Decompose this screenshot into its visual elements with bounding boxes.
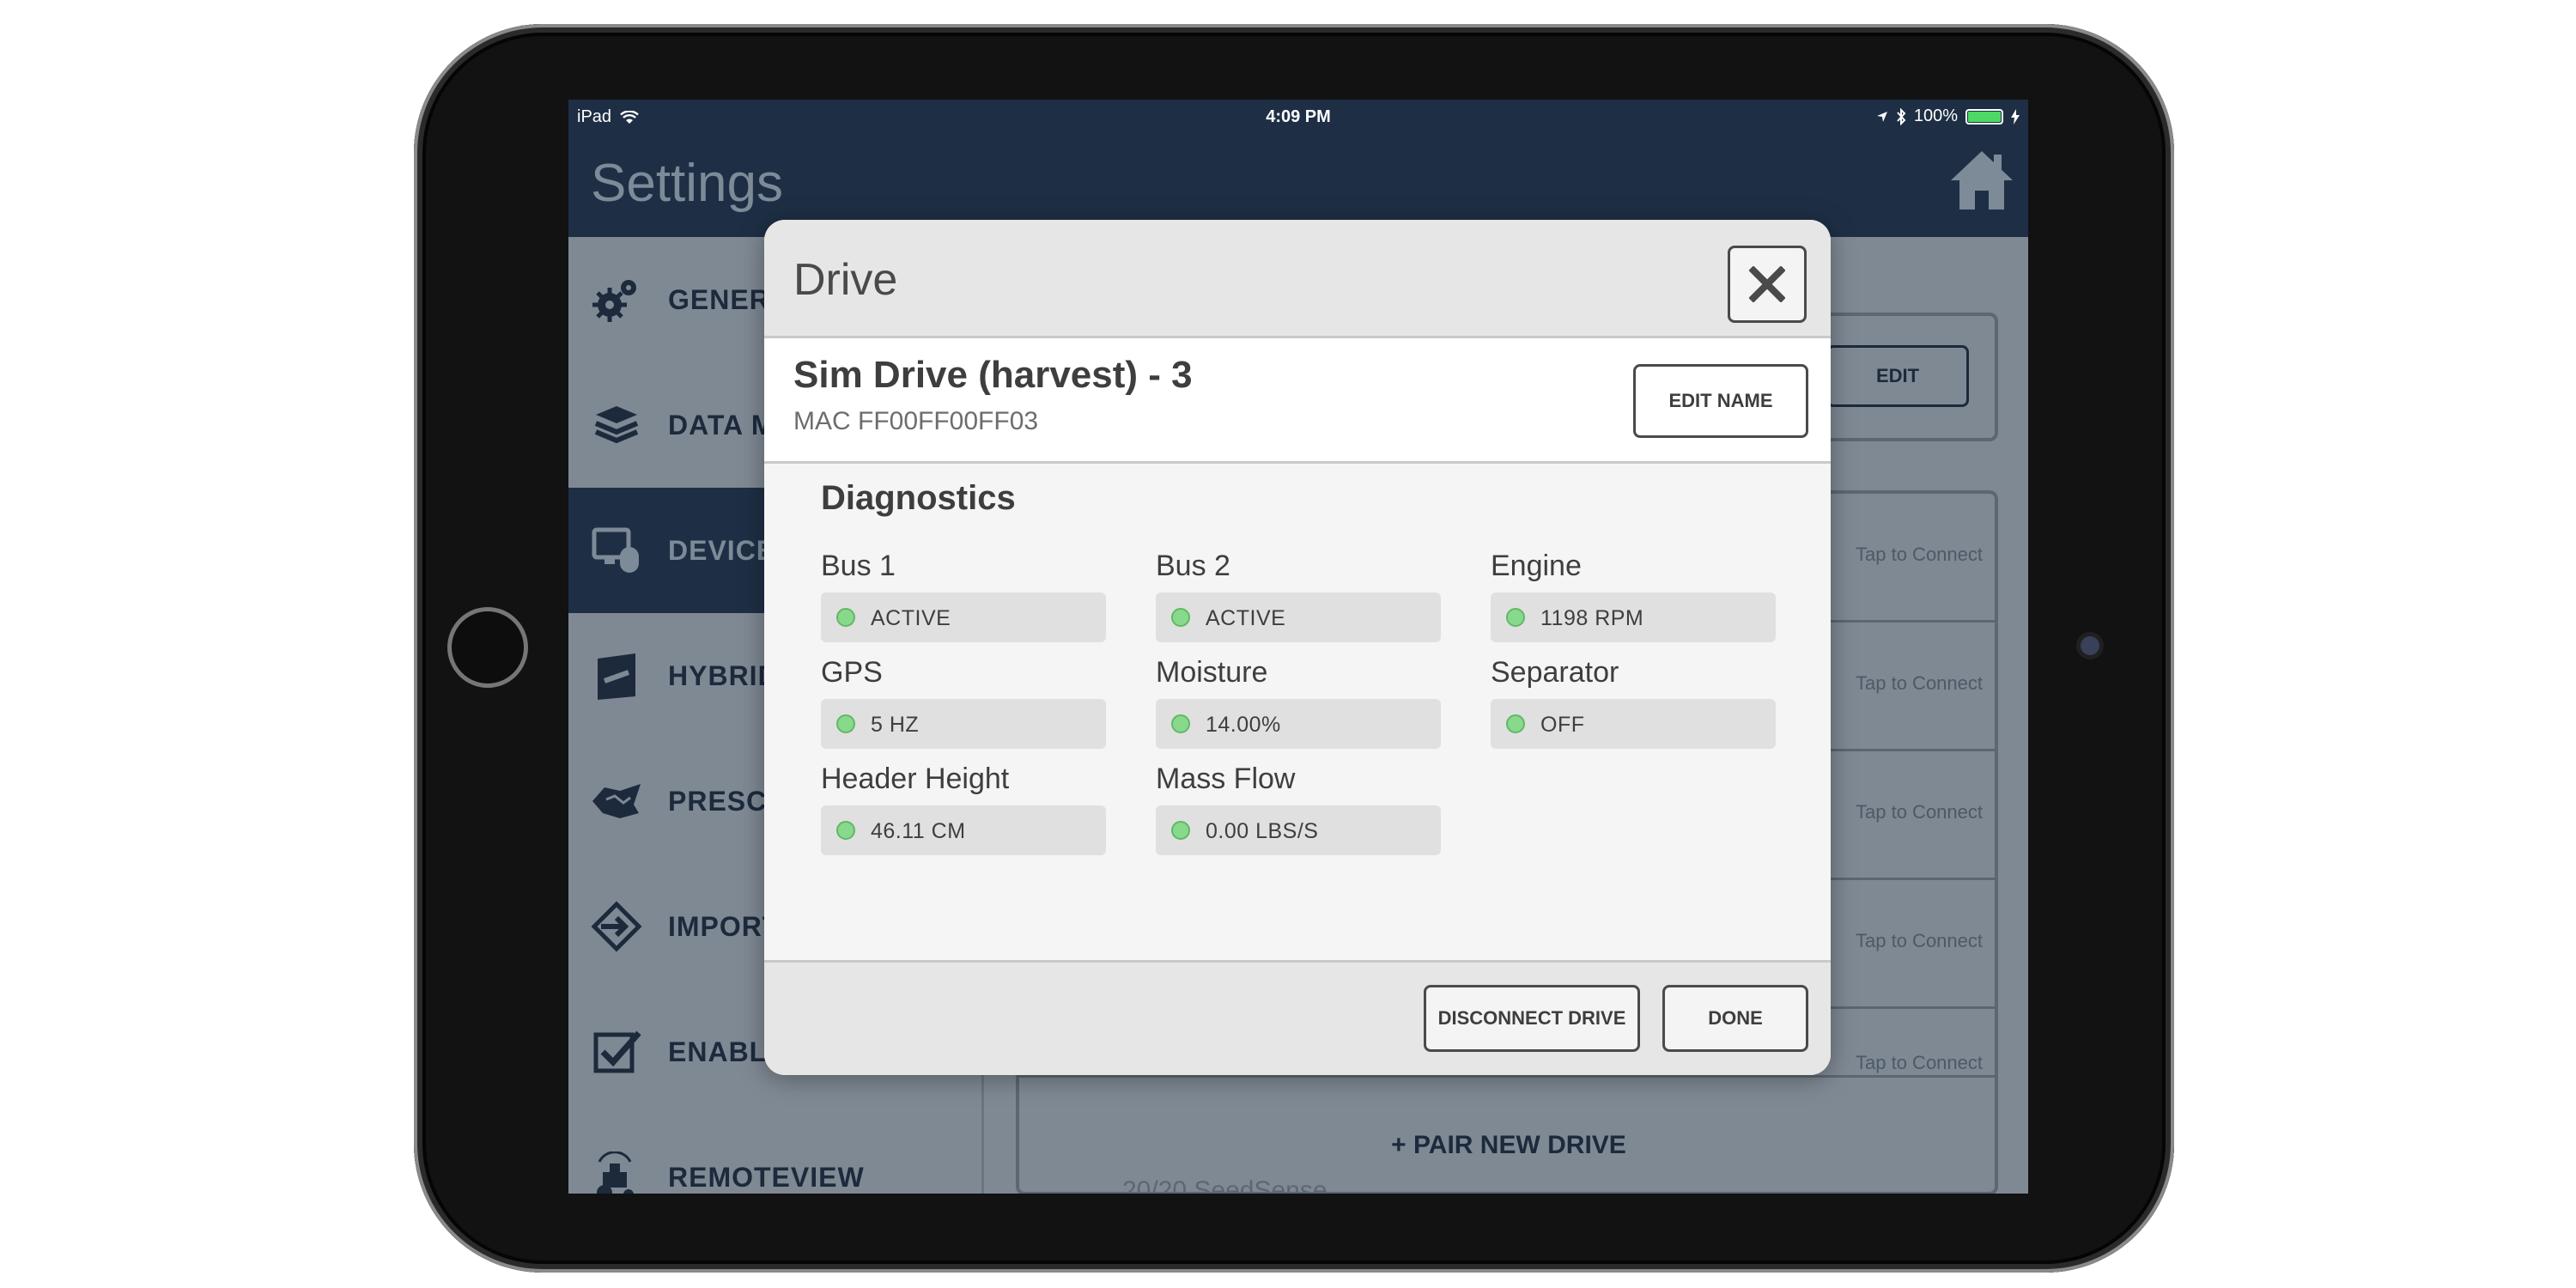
connect-status: Tap to Connect	[1856, 930, 1983, 951]
sidebar-item-remoteview[interactable]: REMOTEVIEW	[568, 1115, 984, 1194]
drive-modal: Drive Sim Drive (harvest) - 3 MAC FF00FF…	[764, 220, 1831, 1075]
pair-new-drive-button[interactable]: + PAIR NEW DRIVE	[1019, 1131, 1995, 1160]
checkbox-icon	[593, 1030, 641, 1073]
status-bar: iPad 4:09 PM 100%	[568, 100, 2028, 134]
metric-value-box: OFF	[1491, 699, 1776, 749]
edit-button[interactable]: EDIT	[1826, 345, 1969, 407]
metric-value-box: 1198 RPM	[1491, 592, 1776, 642]
metric-header-height: Header Height 46.11 CM	[821, 762, 1106, 855]
devices-icon	[592, 527, 639, 573]
device-mac: MAC FF00FF00FF03	[793, 407, 1039, 435]
metric-label: Bus 2	[1156, 550, 1230, 582]
page-title: Settings	[591, 154, 784, 213]
map-icon	[592, 784, 641, 818]
status-dot-icon	[836, 608, 855, 627]
battery-percent: 100%	[1913, 106, 1958, 125]
charging-icon	[2011, 108, 2020, 125]
metric-mass-flow: Mass Flow 0.00 LBS/S	[1156, 762, 1441, 855]
metric-label: Separator	[1491, 656, 1619, 689]
metric-value-box: 0.00 LBS/S	[1156, 805, 1441, 855]
import-arrow-icon	[591, 901, 642, 952]
metric-value: ACTIVE	[871, 606, 951, 630]
status-dot-icon	[836, 714, 855, 733]
seed-bag-icon	[598, 653, 635, 700]
connect-status: Tap to Connect	[1856, 672, 1983, 694]
metric-value: 1198 RPM	[1540, 606, 1644, 630]
metric-label: GPS	[821, 656, 883, 689]
sidebar-item-label: DATA M	[668, 409, 775, 440]
metric-label: Engine	[1491, 550, 1582, 582]
metric-moisture: Moisture 14.00%	[1156, 656, 1441, 749]
connect-status: Tap to Connect	[1856, 801, 1983, 823]
tractor-icon	[597, 1151, 634, 1194]
home-button[interactable]	[447, 607, 528, 688]
battery-icon	[1965, 108, 2003, 125]
layers-icon	[594, 406, 639, 444]
metric-value-box: ACTIVE	[1156, 592, 1441, 642]
diagnostics-panel: Diagnostics Bus 1 ACTIVE Bus 2 ACTIVE En…	[764, 464, 1831, 960]
metric-value: 0.00 LBS/S	[1206, 819, 1319, 843]
home-icon[interactable]	[1947, 146, 2016, 215]
metric-value: ACTIVE	[1206, 606, 1286, 630]
metric-value: 5 HZ	[871, 713, 920, 737]
metric-gps: GPS 5 HZ	[821, 656, 1106, 749]
sidebar-item-label: REMOTEVIEW	[668, 1161, 865, 1193]
metric-engine: Engine 1198 RPM	[1491, 550, 1776, 642]
metric-value: OFF	[1540, 713, 1585, 737]
sidebar-item-label: DEVICE	[668, 534, 776, 566]
metric-value-box: 14.00%	[1156, 699, 1441, 749]
sidebar-item-label: HYBRID	[668, 659, 779, 691]
done-button[interactable]: DONE	[1662, 985, 1808, 1052]
metric-bus-1: Bus 1 ACTIVE	[821, 550, 1106, 642]
metric-value-box: ACTIVE	[821, 592, 1106, 642]
device-info: Sim Drive (harvest) - 3 MAC FF00FF00FF03…	[764, 338, 1831, 464]
modal-title: Drive	[793, 255, 898, 305]
modal-footer: DISCONNECT DRIVE DONE	[764, 960, 1831, 1075]
status-dot-icon	[1171, 714, 1190, 733]
modal-header: Drive	[764, 220, 1831, 338]
metric-separator: Separator OFF	[1491, 656, 1776, 749]
connect-status: Tap to Connect	[1856, 544, 1983, 565]
metric-label: Mass Flow	[1156, 762, 1296, 795]
disconnect-drive-button[interactable]: DISCONNECT DRIVE	[1424, 985, 1640, 1052]
connect-status: Tap to Connect	[1856, 1052, 1983, 1073]
edit-name-button[interactable]: EDIT NAME	[1633, 364, 1808, 438]
location-icon	[1876, 111, 1887, 122]
front-camera	[2081, 636, 2099, 655]
gears-icon	[592, 280, 636, 322]
metric-label: Header Height	[821, 762, 1010, 795]
bluetooth-icon	[1897, 107, 1906, 125]
status-dot-icon	[1171, 608, 1190, 627]
status-time: 4:09 PM	[1266, 107, 1331, 126]
metric-value: 46.11 CM	[871, 819, 966, 843]
status-dot-icon	[1506, 608, 1525, 627]
device-name: Sim Drive (harvest) - 3	[793, 354, 1193, 396]
close-button[interactable]	[1728, 246, 1807, 323]
status-dot-icon	[1506, 714, 1525, 733]
status-dot-icon	[1171, 821, 1190, 840]
metric-value-box: 5 HZ	[821, 699, 1106, 749]
sidebar-item-label: IMPORT	[668, 910, 781, 942]
metric-value-box: 46.11 CM	[821, 805, 1106, 855]
close-icon	[1749, 266, 1785, 302]
diagnostics-title: Diagnostics	[821, 479, 1016, 517]
metric-label: Bus 1	[821, 550, 896, 582]
sensor-label: 20/20 SeedSense	[1122, 1176, 1327, 1194]
metric-bus-2: Bus 2 ACTIVE	[1156, 550, 1441, 642]
status-dot-icon	[836, 821, 855, 840]
metric-label: Moisture	[1156, 656, 1268, 689]
metric-value: 14.00%	[1206, 713, 1281, 737]
